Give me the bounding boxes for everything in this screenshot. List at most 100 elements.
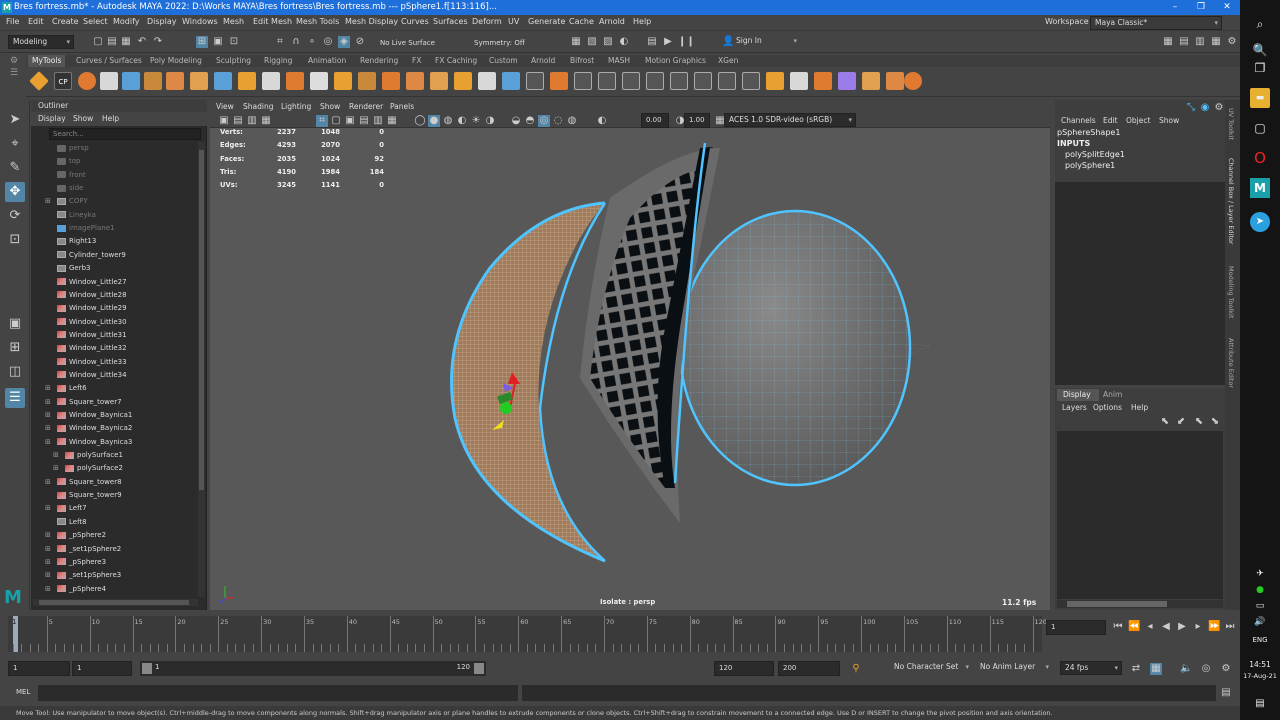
four-view-icon[interactable]: ⊞ — [5, 338, 25, 358]
outliner-row[interactable]: ⊞ Square_tower7 — [45, 396, 122, 409]
menu-help[interactable]: Help — [633, 17, 651, 26]
expand-icon[interactable]: ⊞ — [45, 396, 51, 409]
shelf-gear-icon[interactable] — [29, 71, 49, 91]
shelf-uv-icon[interactable] — [670, 72, 688, 90]
vp-xray-joints-icon[interactable]: ◍ — [566, 115, 578, 127]
vp-menu-lighting[interactable]: Lighting — [281, 102, 311, 111]
cb-input-polysphere[interactable]: polySphere1 — [1065, 161, 1115, 170]
expand-icon[interactable]: ⊞ — [45, 195, 51, 208]
layer-tab-anim[interactable]: Anim — [1103, 389, 1122, 401]
menu-select[interactable]: Select — [83, 17, 108, 26]
outliner-row[interactable]: Left8 — [57, 516, 87, 529]
ipr-render-icon[interactable]: ▧ — [586, 36, 598, 48]
expand-icon[interactable]: ⊞ — [53, 449, 59, 462]
tray-volume-icon[interactable]: 🔊 — [1250, 612, 1270, 632]
cb-menu-edit[interactable]: Edit — [1103, 116, 1118, 125]
shelf-wire-icon[interactable] — [646, 72, 664, 90]
shelf-options-icon[interactable]: ⚙ ☰ — [4, 55, 24, 97]
outliner-row[interactable]: ⊞ _pSphere3 — [45, 556, 106, 569]
menu-uv[interactable]: UV — [508, 17, 519, 26]
make-live-icon[interactable]: ⊘ — [354, 36, 366, 48]
play-render-icon[interactable]: ▶ — [662, 36, 674, 48]
menu-display[interactable]: Display — [147, 17, 177, 26]
shelf-tab-poly-modeling[interactable]: Poly Modeling — [150, 56, 202, 65]
minimize-button[interactable]: – — [1162, 0, 1188, 15]
shelf-extra-1-icon[interactable] — [766, 72, 784, 90]
menu-set-dropdown[interactable]: Modeling — [8, 35, 74, 49]
vp-menu-show[interactable]: Show — [320, 102, 340, 111]
menu-create[interactable]: Create — [52, 17, 79, 26]
vp-menu-panels[interactable]: Panels — [390, 102, 414, 111]
shelf-snapshot-icon[interactable] — [718, 72, 736, 90]
snap-curve-icon[interactable]: ∩ — [290, 36, 302, 48]
outliner-row[interactable]: Window_Little31 — [57, 329, 127, 342]
expand-icon[interactable]: ⊞ — [45, 476, 51, 489]
outliner-row[interactable]: ⊞ Left6 — [45, 382, 87, 395]
menu-surfaces[interactable]: Surfaces — [433, 17, 468, 26]
shelf-target-weld-icon[interactable] — [550, 72, 568, 90]
left-hemisphere[interactable] — [451, 203, 605, 561]
current-frame-field[interactable]: 1 — [1046, 620, 1106, 635]
outliner-row[interactable]: Lineyka — [57, 209, 96, 222]
menu-file[interactable]: File — [6, 17, 19, 26]
expand-icon[interactable]: ⊞ — [53, 462, 59, 475]
cb-menu-show[interactable]: Show — [1159, 116, 1179, 125]
outliner-row[interactable]: ⊞ Window_Baynica3 — [45, 436, 132, 449]
shelf-shatter-icon[interactable] — [742, 72, 760, 90]
open-scene-icon[interactable]: ▤ — [106, 36, 118, 48]
shelf-extra-6-icon[interactable] — [886, 72, 904, 90]
time-slider[interactable]: 1 5 10 15 20 25 30 35 40 45 50 55 60 65 70 75 80 85 90 95 1… — [0, 612, 1240, 656]
vp-film-gate-icon[interactable]: ▢ — [330, 115, 342, 127]
expand-icon[interactable]: ⊞ — [45, 556, 51, 569]
outliner-menu-help[interactable]: Help — [102, 114, 119, 123]
layer-menu-options[interactable]: Options — [1093, 403, 1122, 412]
shelf-tab-rendering[interactable]: Rendering — [360, 56, 398, 65]
shelf-tool-icon[interactable] — [144, 72, 162, 90]
app-tile-icon[interactable]: ▢ — [1250, 118, 1270, 138]
outliner-row[interactable]: top — [57, 155, 80, 168]
taskbar-search-icon[interactable]: ⌕ — [1250, 14, 1270, 34]
play-back-icon[interactable]: ◀ — [1160, 621, 1172, 633]
vp-lock-icon[interactable]: ▤ — [232, 115, 244, 127]
cb-info-icon[interactable]: ◉ — [1199, 102, 1211, 114]
outliner-row[interactable]: ⊞ Left7 — [45, 502, 87, 515]
save-scene-icon[interactable]: ▦ — [120, 36, 132, 48]
vp-field-chart-icon[interactable]: ▥ — [372, 115, 384, 127]
cb-menu-channels[interactable]: Channels — [1061, 116, 1096, 125]
vp-menu-view[interactable]: View — [216, 102, 234, 111]
outliner-row[interactable]: ⊞ _pSphere2 — [45, 529, 106, 542]
file-explorer-icon[interactable]: ▬ — [1250, 88, 1270, 108]
auto-key-icon[interactable]: ⚲ — [850, 663, 862, 675]
tool-settings-icon[interactable]: ▥ — [1194, 36, 1206, 48]
menu-mesh-tools[interactable]: Mesh Tools — [296, 17, 339, 26]
fps-dropdown[interactable]: 24 fps — [1060, 661, 1122, 675]
sign-in-dropdown[interactable]: Sign In — [732, 35, 800, 49]
menu-cache[interactable]: Cache — [569, 17, 594, 26]
outliner-row[interactable]: Window_Little27 — [57, 276, 127, 289]
layer-menu-help[interactable]: Help — [1131, 403, 1148, 412]
cb-input-polysplitedge[interactable]: polySplitEdge1 — [1065, 150, 1125, 159]
shelf-layout-icon[interactable] — [694, 72, 712, 90]
shelf-tab-mytools[interactable]: MyTools — [28, 55, 66, 67]
shelf-center-icon[interactable] — [430, 72, 448, 90]
menu-edit-mesh[interactable]: Edit Mesh — [253, 17, 292, 26]
menu-deform[interactable]: Deform — [472, 17, 502, 26]
shelf-cut-icon[interactable] — [478, 72, 496, 90]
step-back-icon[interactable]: ◂ — [1144, 621, 1156, 633]
command-input[interactable] — [38, 685, 518, 701]
anim-prefs-icon[interactable]: ◎ — [1200, 663, 1212, 675]
shelf-extra-4-icon[interactable] — [838, 72, 856, 90]
select-by-component-icon[interactable]: ⊡ — [228, 36, 240, 48]
shelf-cube-icon[interactable] — [100, 72, 118, 90]
vp-wireframe-on-shaded-icon[interactable]: ◍ — [442, 115, 454, 127]
outliner-row[interactable]: Window_Little32 — [57, 342, 127, 355]
shelf-combine-icon[interactable] — [238, 72, 256, 90]
play-forward-icon[interactable]: ▶ — [1176, 621, 1188, 633]
sidetab-channel-box[interactable]: Channel Box / Layer Editor — [1227, 158, 1235, 245]
outliner-search-input[interactable]: Search... — [49, 128, 201, 140]
outliner-row[interactable]: Window_Little34 — [57, 369, 127, 382]
layer-new-selected-icon[interactable]: ⬊ — [1209, 416, 1221, 428]
shelf-separate-icon[interactable] — [262, 72, 280, 90]
shelf-grid-icon[interactable] — [598, 72, 616, 90]
range-end-handle[interactable] — [474, 663, 484, 674]
